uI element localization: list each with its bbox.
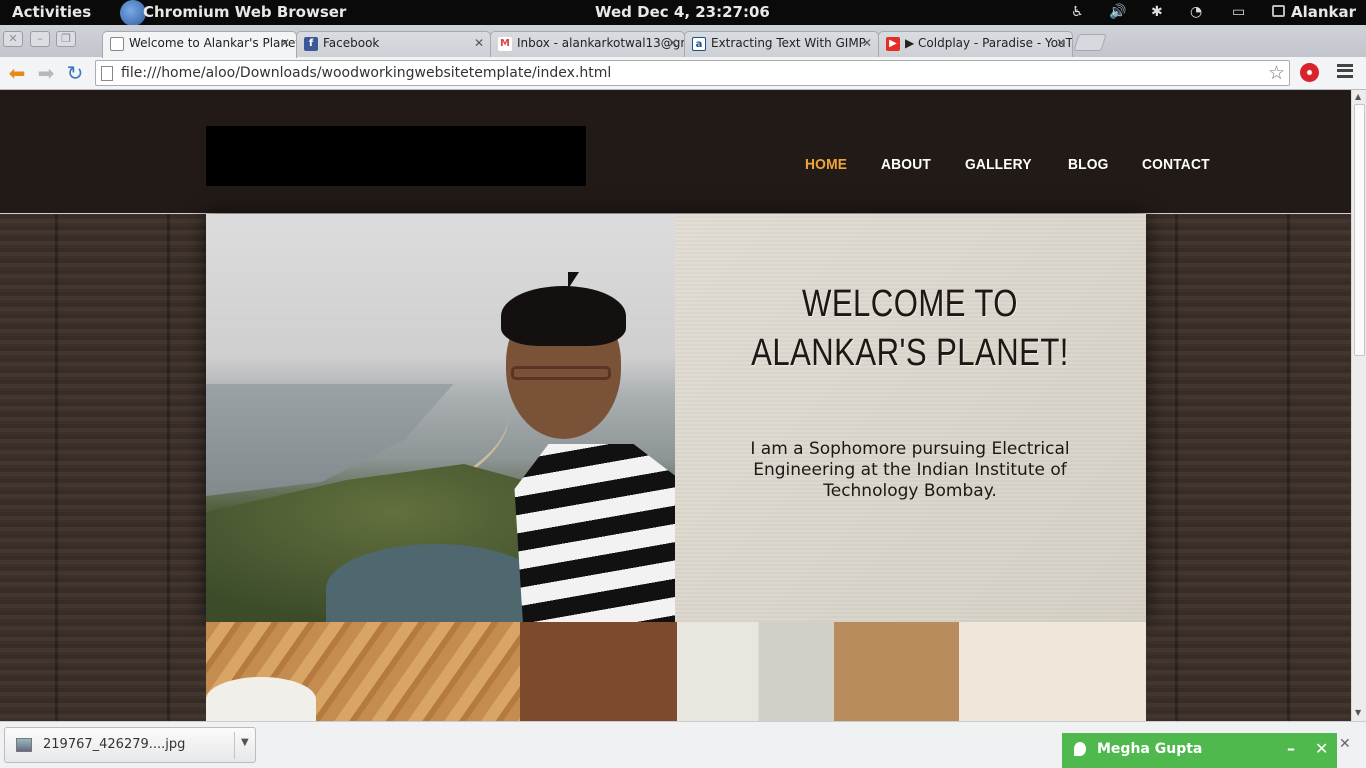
page-icon [110,37,124,51]
nav-gallery[interactable]: GALLERY [965,156,1032,173]
scrollbar[interactable]: ▲ ▼ [1351,90,1366,721]
welcome-heading: WELCOME TO ALANKAR'S PLANET! [751,283,1069,374]
user-icon [1272,5,1285,17]
mouse-cursor-icon [568,272,579,289]
hero-section: WELCOME TO ALANKAR'S PLANET! I am a Soph… [206,214,1146,622]
scroll-down-icon[interactable]: ▼ [1355,708,1361,717]
menu-icon[interactable] [1337,64,1353,78]
wifi-icon[interactable]: ◔ [1190,4,1202,20]
activities-button[interactable]: Activities [12,3,91,21]
gmail-icon: M [498,37,512,51]
close-tab-icon[interactable]: ✕ [668,36,678,50]
top-panel: Activities Chromium Web Browser Wed Dec … [0,0,1366,26]
back-icon[interactable]: ⬅ [6,62,28,84]
profile-photo [206,214,675,622]
a2z-icon: a [692,37,706,51]
tab-youtube[interactable]: ▶ ▶ Coldplay - Paradise - YouTube ✕ [878,31,1073,57]
shelf-close-icon[interactable]: ✕ [1339,736,1351,752]
close-tab-icon[interactable]: ✕ [474,36,484,50]
user-menu[interactable]: Alankar [1291,3,1356,21]
close-tab-icon[interactable]: ✕ [862,36,872,50]
toolbar: ⬅ ➡ ↻ file:///home/aloo/Downloads/woodwo… [0,57,1366,90]
site-logo[interactable] [206,126,586,186]
bluetooth-icon[interactable]: ✱ [1151,4,1163,20]
reload-icon[interactable]: ↻ [64,62,86,84]
extension-icon[interactable] [1300,63,1319,82]
bookmark-star-icon[interactable]: ☆ [1268,62,1285,84]
tab-welcome[interactable]: Welcome to Alankar's Planet! ✕ [102,31,297,58]
accessibility-icon[interactable]: ♿ [1071,4,1084,20]
welcome-panel: WELCOME TO ALANKAR'S PLANET! I am a Soph… [675,214,1146,622]
forward-icon[interactable]: ➡ [35,62,57,84]
new-tab-button[interactable] [1073,34,1107,51]
site-nav: HOME ABOUT GALLERY BLOG CONTACT [790,156,1215,173]
app-menu[interactable]: Chromium Web Browser [143,3,346,21]
nav-about[interactable]: ABOUT [881,156,931,173]
download-item[interactable]: 219767_426279....jpg ▼ [4,727,256,763]
page-viewport: HOME ABOUT GALLERY BLOG CONTACT WELCOME … [0,90,1351,721]
tab-title: Extracting Text With GIMP [711,36,866,50]
gallery-image[interactable] [520,622,834,721]
tab-gmail[interactable]: M Inbox - alankarkotwal13@gmail.com ✕ [490,31,685,57]
image-file-icon [16,738,32,752]
volume-icon[interactable]: 🔊 [1109,4,1126,20]
gallery-image[interactable] [206,622,520,721]
gallery-strip [206,622,1146,721]
chevron-down-icon[interactable]: ▼ [241,737,249,748]
close-tab-icon[interactable]: ✕ [1056,36,1066,50]
tab-gimp[interactable]: a Extracting Text With GIMP ✕ [684,31,879,57]
download-filename: 219767_426279....jpg [43,737,186,752]
clock[interactable]: Wed Dec 4, 23:27:06 [595,3,770,21]
battery-icon[interactable]: ▭ [1232,4,1245,20]
nav-home[interactable]: HOME [805,156,847,173]
window-minimize-button[interactable]: – [30,31,50,47]
tab-title: Inbox - alankarkotwal13@gmail.com [517,36,684,50]
tab-title: ▶ Coldplay - Paradise - YouTube [905,36,1072,50]
window-maximize-button[interactable]: ❐ [56,31,76,47]
close-icon[interactable]: ✕ [1315,739,1328,758]
chat-status-icon [1074,742,1086,756]
intro-text: I am a Sophomore pursuing Electrical Eng… [750,439,1070,501]
facebook-icon: f [304,37,318,51]
window-close-button[interactable]: ✕ [3,31,23,47]
site-header: HOME ABOUT GALLERY BLOG CONTACT [0,90,1351,214]
scroll-up-icon[interactable]: ▲ [1355,92,1361,101]
close-tab-icon[interactable]: ✕ [280,36,290,50]
chat-window[interactable]: Megha Gupta – ✕ [1062,733,1337,768]
minimize-icon[interactable]: – [1287,739,1295,758]
chat-contact-name: Megha Gupta [1097,741,1203,757]
nav-contact[interactable]: CONTACT [1142,156,1210,173]
gallery-image[interactable] [834,622,1146,721]
nav-blog[interactable]: BLOG [1068,156,1109,173]
tab-strip: ✕ – ❐ Welcome to Alankar's Planet! ✕ f F… [0,25,1366,58]
tab-facebook[interactable]: f Facebook ✕ [296,31,491,57]
url-text[interactable]: file:///home/aloo/Downloads/woodworkingw… [121,65,611,81]
page-icon [101,66,113,81]
scrollbar-thumb[interactable] [1354,104,1365,356]
address-bar[interactable]: file:///home/aloo/Downloads/woodworkingw… [95,60,1290,86]
tab-title: Facebook [323,36,380,50]
youtube-icon: ▶ [886,37,900,51]
tab-title: Welcome to Alankar's Planet! [129,36,296,50]
